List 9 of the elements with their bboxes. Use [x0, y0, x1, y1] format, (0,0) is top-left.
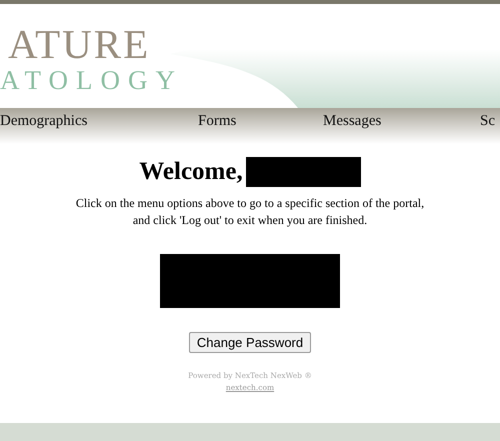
nav-link[interactable]: Messages [323, 113, 382, 130]
nav-link[interactable]: Sc [480, 113, 495, 130]
logo-subtext: ATOLOGY [0, 64, 183, 96]
intro-text: Click on the menu options above to go to a specific section of the portal, and click 'Log out' to exit when you are finished. [76, 195, 424, 229]
nav-link[interactable]: Forms [198, 113, 236, 130]
nav-link[interactable]: Demographics [0, 113, 88, 130]
change-password-button[interactable]: Change Password [188, 332, 312, 353]
welcome-heading: Welcome, [139, 158, 243, 186]
logo-text: ATURE [7, 24, 150, 64]
